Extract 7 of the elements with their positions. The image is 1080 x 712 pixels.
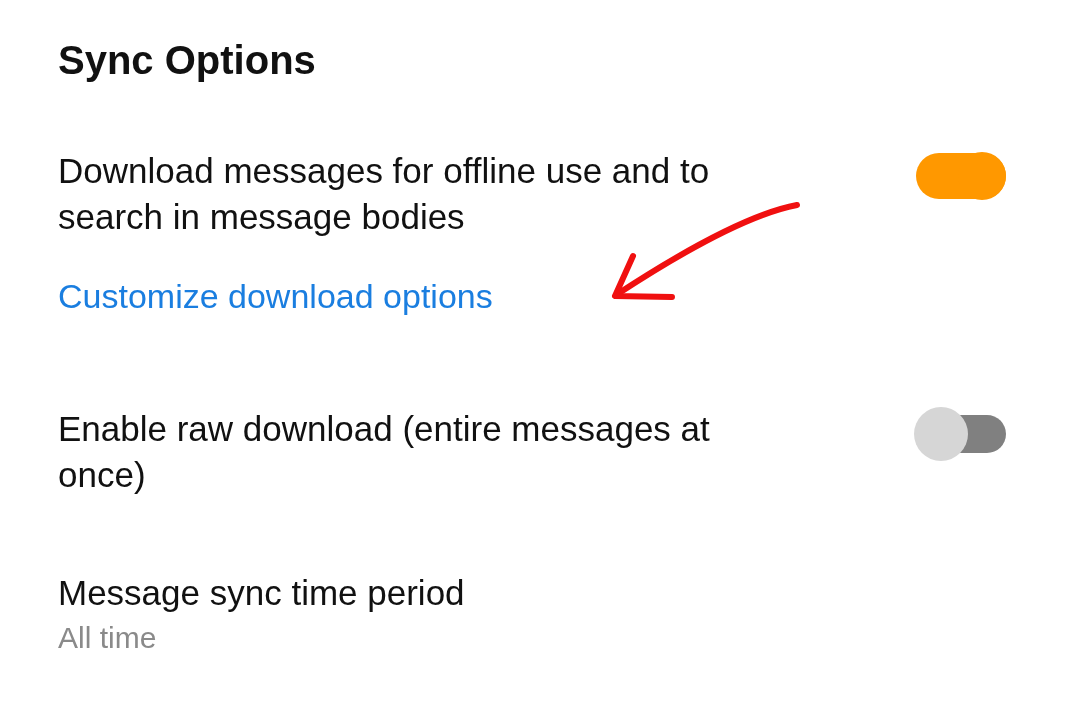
setting-label: Download messages for offline use and to search in message bodies — [58, 150, 711, 238]
customize-link[interactable]: Customize download options — [58, 274, 493, 318]
setting-value: All time — [58, 620, 158, 656]
setting-label: Enable raw download (entire messages at once) — [58, 408, 711, 496]
toggle-switch[interactable] — [914, 407, 1006, 461]
setting-label: Message sync time period — [58, 572, 466, 614]
section-title: Sync Options — [58, 37, 317, 84]
